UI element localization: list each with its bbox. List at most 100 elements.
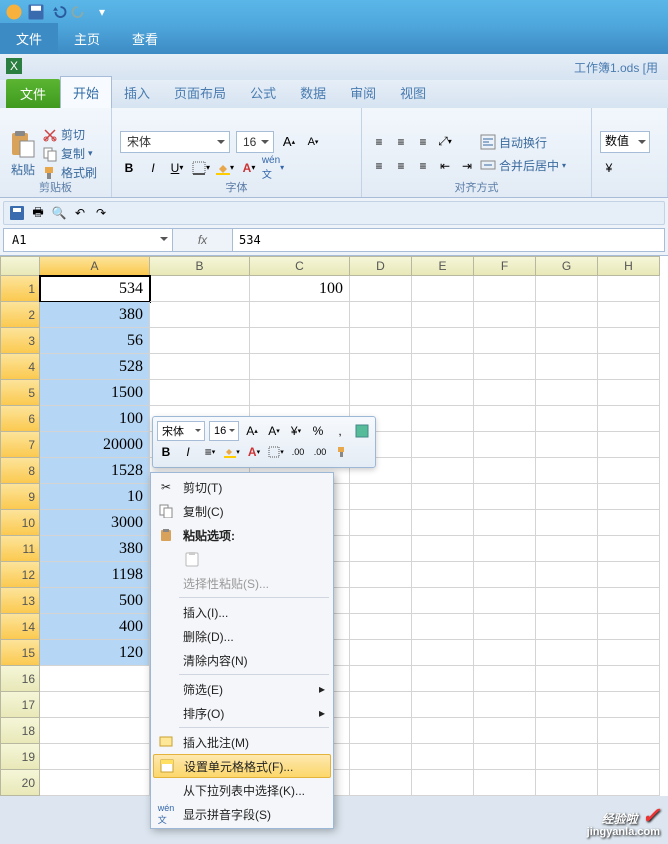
cell[interactable] — [536, 744, 598, 770]
row-header[interactable]: 3 — [0, 328, 40, 354]
cell[interactable] — [40, 692, 150, 718]
ctx-clear[interactable]: 清除内容(N) — [153, 648, 331, 672]
cell[interactable] — [536, 510, 598, 536]
mini-dec-inc-icon[interactable]: .00 — [289, 443, 307, 461]
cell[interactable] — [474, 510, 536, 536]
cell[interactable] — [412, 458, 474, 484]
col-header-F[interactable]: F — [474, 256, 536, 276]
cell[interactable] — [536, 770, 598, 796]
cell[interactable] — [474, 614, 536, 640]
cell[interactable] — [598, 432, 660, 458]
row-header[interactable]: 8 — [0, 458, 40, 484]
cell[interactable] — [412, 432, 474, 458]
cell[interactable] — [350, 640, 412, 666]
row-header[interactable]: 14 — [0, 614, 40, 640]
row-header[interactable]: 6 — [0, 406, 40, 432]
cell[interactable] — [412, 354, 474, 380]
cut-button[interactable]: 剪切 — [42, 126, 97, 143]
cell[interactable]: 120 — [40, 640, 150, 666]
cell[interactable] — [536, 276, 598, 302]
cell[interactable] — [350, 510, 412, 536]
cell[interactable] — [40, 666, 150, 692]
cell[interactable] — [350, 276, 412, 302]
align-bottom-icon[interactable]: ≡ — [414, 133, 432, 151]
ribbon-tab-data[interactable]: 数据 — [288, 77, 338, 108]
ctx-pick[interactable]: 从下拉列表中选择(K)... — [153, 778, 331, 802]
cell[interactable] — [474, 354, 536, 380]
cell[interactable] — [536, 302, 598, 328]
mini-bold-icon[interactable]: B — [157, 443, 175, 461]
paste-label[interactable]: 粘贴 — [11, 161, 35, 178]
font-name-select[interactable]: 宋体 — [120, 131, 230, 153]
cell[interactable] — [412, 588, 474, 614]
undo-quick-icon[interactable]: ↶ — [71, 204, 89, 222]
cell[interactable] — [412, 614, 474, 640]
align-center-icon[interactable]: ≡ — [392, 157, 410, 175]
cell[interactable] — [536, 588, 598, 614]
font-color-icon[interactable]: A▾ — [240, 159, 258, 177]
col-header-H[interactable]: H — [598, 256, 660, 276]
cell[interactable] — [598, 302, 660, 328]
cell[interactable] — [250, 302, 350, 328]
cell[interactable] — [412, 380, 474, 406]
cell[interactable] — [598, 380, 660, 406]
mini-font-color-icon[interactable]: A▾ — [245, 443, 263, 461]
cell[interactable] — [412, 510, 474, 536]
cell[interactable] — [598, 406, 660, 432]
bold-icon[interactable]: B — [120, 159, 138, 177]
mini-comma-icon[interactable]: , — [331, 422, 349, 440]
cell[interactable] — [598, 536, 660, 562]
cell[interactable] — [598, 458, 660, 484]
mini-dec-dec-icon[interactable]: .00 — [311, 443, 329, 461]
cell[interactable]: 400 — [40, 614, 150, 640]
copy-button[interactable]: 复制▾ — [42, 145, 97, 162]
outer-tab-home[interactable]: 主页 — [58, 23, 116, 54]
row-header[interactable]: 1 — [0, 276, 40, 302]
mini-grow-icon[interactable]: A▴ — [243, 422, 261, 440]
cell[interactable]: 1500 — [40, 380, 150, 406]
cell[interactable] — [412, 276, 474, 302]
cell[interactable] — [412, 406, 474, 432]
cell[interactable] — [474, 562, 536, 588]
outer-tab-file[interactable]: 文件 — [0, 23, 58, 54]
cell[interactable] — [412, 692, 474, 718]
cell[interactable] — [150, 302, 250, 328]
app-menu-icon[interactable] — [4, 3, 24, 21]
cell[interactable] — [350, 380, 412, 406]
col-header-A[interactable]: A — [40, 256, 150, 276]
cell[interactable] — [412, 484, 474, 510]
font-size-select[interactable]: 16 — [236, 131, 274, 153]
ctx-sort[interactable]: 排序(O)▸ — [153, 701, 331, 725]
print-quick-icon[interactable]: 🖶 — [29, 204, 47, 222]
cell[interactable] — [536, 562, 598, 588]
formula-input[interactable]: 534 — [233, 228, 665, 252]
cell[interactable] — [40, 744, 150, 770]
ribbon-tab-view[interactable]: 视图 — [388, 77, 438, 108]
border-icon[interactable]: ▾ — [192, 159, 210, 177]
cell[interactable] — [350, 770, 412, 796]
grow-font-icon[interactable]: A▴ — [280, 133, 298, 151]
row-header[interactable]: 12 — [0, 562, 40, 588]
cell[interactable]: 56 — [40, 328, 150, 354]
align-left-icon[interactable]: ≡ — [370, 157, 388, 175]
cell[interactable] — [598, 718, 660, 744]
mini-shrink-icon[interactable]: A▾ — [265, 422, 283, 440]
cell[interactable] — [598, 666, 660, 692]
cell[interactable] — [536, 666, 598, 692]
cell[interactable] — [250, 328, 350, 354]
ribbon-tab-layout[interactable]: 页面布局 — [162, 77, 238, 108]
cell[interactable]: 1198 — [40, 562, 150, 588]
indent-inc-icon[interactable]: ⇥ — [458, 157, 476, 175]
cell[interactable]: 100 — [40, 406, 150, 432]
cell[interactable] — [474, 666, 536, 692]
ctx-filter[interactable]: 筛选(E)▸ — [153, 677, 331, 701]
cell[interactable] — [412, 770, 474, 796]
cell[interactable] — [350, 588, 412, 614]
cell[interactable] — [598, 276, 660, 302]
cell[interactable] — [474, 328, 536, 354]
cell[interactable] — [474, 536, 536, 562]
underline-icon[interactable]: U▾ — [168, 159, 186, 177]
save-quick-icon[interactable] — [8, 204, 26, 222]
row-header[interactable]: 7 — [0, 432, 40, 458]
redo-quick-icon[interactable]: ↷ — [92, 204, 110, 222]
